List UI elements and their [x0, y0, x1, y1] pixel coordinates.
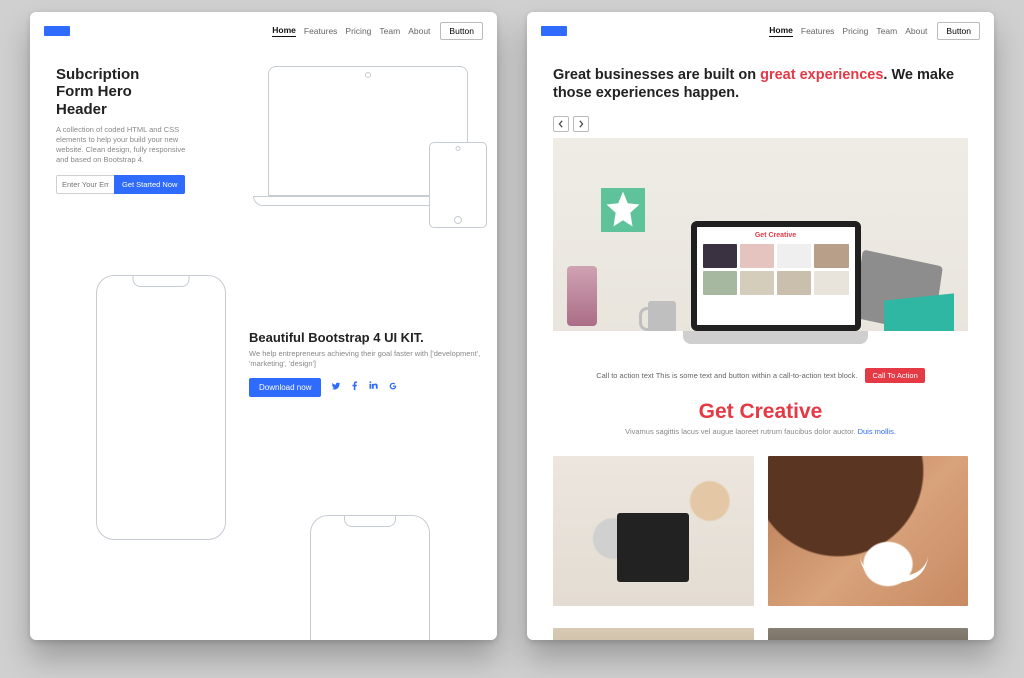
carousel-prev-button[interactable]	[553, 116, 569, 132]
mug-decoration	[648, 301, 676, 335]
call-to-action-button[interactable]: Call To Action	[865, 368, 924, 383]
nav-home[interactable]: Home	[272, 25, 296, 37]
subscribe-form: Get Started Now	[56, 175, 191, 194]
phone-wireframe-bottom	[310, 515, 430, 640]
nav-features[interactable]: Features	[304, 26, 338, 36]
grid-image-partial-left[interactable]	[553, 628, 754, 640]
creative-subtext: Vivamus sagittis lacus vel augue laoreet…	[625, 427, 857, 436]
nav-pricing[interactable]: Pricing	[345, 26, 371, 36]
creative-grid-row2	[553, 628, 968, 640]
chevron-left-icon	[557, 120, 565, 128]
cta-text: Call to action text This is some text an…	[596, 371, 857, 380]
laptop-title-before: Get	[755, 232, 769, 239]
facebook-icon[interactable]	[350, 381, 360, 394]
carousel-next-button[interactable]	[573, 116, 589, 132]
nav-team[interactable]: Team	[379, 26, 400, 36]
kit-title: Beautiful Bootstrap 4 UI KIT.	[249, 330, 484, 345]
hero-title-line2: Form Hero	[56, 83, 132, 100]
carousel-laptop: Get Creative	[683, 221, 868, 351]
headline: Great businesses are built on great expe…	[553, 66, 968, 102]
laptop-title-accent: Creative	[768, 232, 796, 239]
social-icons	[331, 381, 398, 394]
grid-image-smile[interactable]	[768, 456, 969, 606]
nav-team[interactable]: Team	[876, 26, 897, 36]
hero-title-line1: Subcription	[56, 66, 139, 83]
creative-before: Get	[699, 400, 740, 423]
grid-image-partial-right[interactable]	[768, 628, 969, 640]
headline-accent: great experiences	[760, 67, 883, 83]
logo[interactable]	[44, 26, 70, 36]
email-input[interactable]	[56, 175, 114, 194]
nav-about[interactable]: About	[408, 26, 430, 36]
get-started-button[interactable]: Get Started Now	[114, 175, 185, 194]
navbar: Home Features Pricing Team About Button	[30, 12, 497, 50]
headline-before: Great businesses are built on	[553, 67, 760, 83]
star-decoration	[601, 188, 645, 232]
creative-grid	[553, 456, 968, 606]
hero-title-line3: Header	[56, 101, 107, 118]
nav-about[interactable]: About	[905, 26, 927, 36]
grid-image-workspace[interactable]	[553, 456, 754, 606]
linkedin-icon[interactable]	[369, 381, 379, 394]
creative-accent: Creative	[739, 400, 822, 423]
kit-description: We help entrepreneurs achieving their go…	[249, 349, 484, 369]
nav-cta-button[interactable]: Button	[937, 22, 980, 40]
hero-title: Subcription Form Hero Header	[56, 66, 191, 118]
navbar: Home Features Pricing Team About Button	[527, 12, 994, 50]
nav-home[interactable]: Home	[769, 25, 793, 37]
nav-pricing[interactable]: Pricing	[842, 26, 868, 36]
google-icon[interactable]	[388, 381, 398, 394]
get-creative-heading: Get Creative Vivamus sagittis lacus vel …	[527, 400, 994, 436]
template-preview-right: Home Features Pricing Team About Button …	[527, 12, 994, 640]
nav-features[interactable]: Features	[801, 26, 835, 36]
tablet-wireframe	[429, 142, 487, 228]
logo[interactable]	[541, 26, 567, 36]
hero-description: A collection of coded HTML and CSS eleme…	[56, 125, 191, 166]
chevron-right-icon	[577, 120, 585, 128]
call-to-action-row: Call to action text This is some text an…	[553, 368, 968, 383]
creative-sublink[interactable]: Duis mollis.	[858, 427, 896, 436]
flowers-decoration	[567, 266, 597, 326]
twitter-icon[interactable]	[331, 381, 341, 394]
carousel-nav	[553, 116, 589, 132]
nav-cta-button[interactable]: Button	[440, 22, 483, 40]
download-button[interactable]: Download now	[249, 378, 321, 397]
template-preview-left: Home Features Pricing Team About Button …	[30, 12, 497, 640]
hero-section: Subcription Form Hero Header A collectio…	[56, 66, 191, 194]
phone-wireframe	[96, 275, 226, 540]
kit-section: Beautiful Bootstrap 4 UI KIT. We help en…	[249, 330, 484, 397]
carousel-slide[interactable]: Get Creative	[553, 138, 968, 363]
